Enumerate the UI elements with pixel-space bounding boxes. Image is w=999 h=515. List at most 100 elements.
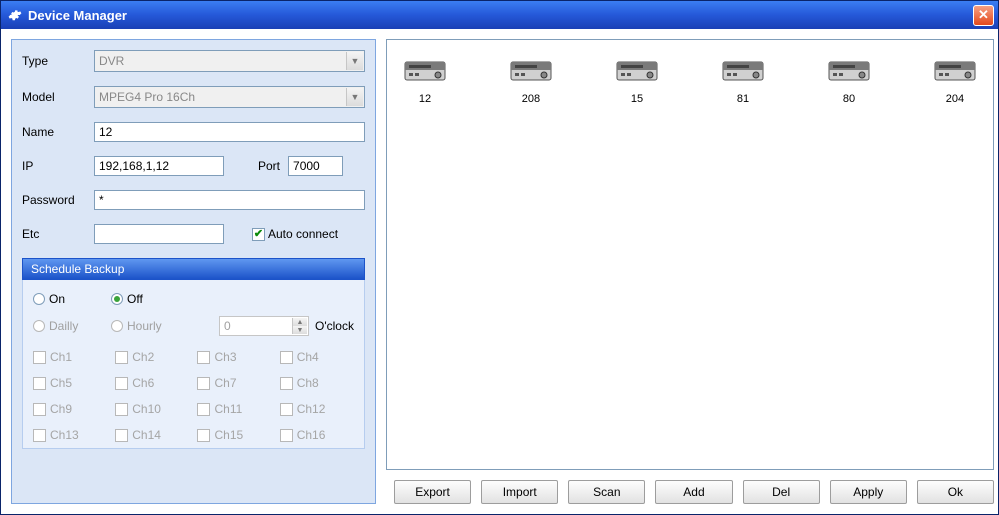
titlebar: Device Manager ✕: [1, 1, 998, 29]
device-item[interactable]: 80: [819, 56, 879, 105]
radio-icon: [111, 320, 123, 332]
schedule-hourly-radio[interactable]: Hourly: [111, 319, 219, 333]
schedule-daily-radio[interactable]: Dailly: [33, 319, 111, 333]
daily-label: Dailly: [49, 319, 78, 333]
device-item[interactable]: 208: [501, 56, 561, 105]
chevron-down-icon: ▼: [292, 326, 307, 334]
channel-checkbox-13[interactable]: Ch13: [33, 428, 107, 442]
ip-label: IP: [22, 159, 94, 173]
etc-input[interactable]: [94, 224, 224, 244]
device-list[interactable]: 12 208 15 81 80 204: [386, 39, 994, 470]
checkbox-icon: [280, 377, 293, 390]
channel-checkbox-1[interactable]: Ch1: [33, 350, 107, 364]
channel-checkbox-3[interactable]: Ch3: [197, 350, 271, 364]
apply-button[interactable]: Apply: [830, 480, 907, 504]
button-row: Export Import Scan Add Del Apply Ok: [386, 480, 994, 504]
checkbox-icon: [33, 429, 46, 442]
channel-label: Ch13: [50, 428, 79, 442]
form-panel: Type DVR ▼ Model MPEG4 Pro 16Ch ▼ Name I…: [11, 39, 376, 504]
scan-button[interactable]: Scan: [568, 480, 645, 504]
device-name: 12: [419, 93, 431, 105]
ok-button[interactable]: Ok: [917, 480, 994, 504]
checkbox-icon: [280, 429, 293, 442]
checkbox-icon: [197, 429, 210, 442]
add-button[interactable]: Add: [655, 480, 732, 504]
radio-icon: [33, 320, 45, 332]
checkbox-icon: [33, 403, 46, 416]
channel-checkbox-10[interactable]: Ch10: [115, 402, 189, 416]
channel-label: Ch14: [132, 428, 161, 442]
type-value: DVR: [99, 54, 124, 68]
device-manager-window: Device Manager ✕ Type DVR ▼ Model MPEG4 …: [0, 0, 999, 515]
device-name: 80: [843, 93, 855, 105]
channel-checkbox-12[interactable]: Ch12: [280, 402, 354, 416]
channel-label: Ch16: [297, 428, 326, 442]
device-item[interactable]: 12: [395, 56, 455, 105]
export-button[interactable]: Export: [394, 480, 471, 504]
channel-checkbox-16[interactable]: Ch16: [280, 428, 354, 442]
password-label: Password: [22, 193, 94, 207]
checkbox-icon: [115, 429, 128, 442]
device-item[interactable]: 204: [925, 56, 985, 105]
device-icon: [934, 56, 976, 89]
channel-label: Ch3: [214, 350, 236, 364]
autoconnect-checkbox[interactable]: ✔ Auto connect: [252, 227, 338, 241]
channel-label: Ch6: [132, 376, 154, 390]
autoconnect-label: Auto connect: [268, 227, 338, 241]
channel-checkbox-2[interactable]: Ch2: [115, 350, 189, 364]
device-item[interactable]: 15: [607, 56, 667, 105]
checkbox-icon: [197, 377, 210, 390]
checkbox-icon: [33, 351, 46, 364]
type-label: Type: [22, 54, 94, 68]
channel-label: Ch7: [214, 376, 236, 390]
port-input[interactable]: [288, 156, 343, 176]
checkbox-icon: [280, 403, 293, 416]
channel-checkbox-14[interactable]: Ch14: [115, 428, 189, 442]
channel-label: Ch12: [297, 402, 326, 416]
channel-checkbox-15[interactable]: Ch15: [197, 428, 271, 442]
checkbox-icon: [115, 377, 128, 390]
device-name: 15: [631, 93, 643, 105]
model-label: Model: [22, 90, 94, 104]
oclock-label: O'clock: [315, 319, 354, 333]
channel-label: Ch1: [50, 350, 72, 364]
device-name: 81: [737, 93, 749, 105]
channel-checkbox-4[interactable]: Ch4: [280, 350, 354, 364]
radio-icon: [33, 293, 45, 305]
device-icon: [510, 56, 552, 89]
name-label: Name: [22, 125, 94, 139]
channel-checkbox-6[interactable]: Ch6: [115, 376, 189, 390]
schedule-backup-header: Schedule Backup: [22, 258, 365, 280]
channel-grid: Ch1 Ch2 Ch3 Ch4 Ch5 Ch6 Ch7 Ch8 Ch9 Ch10 Ch11 Ch12 C…: [33, 350, 354, 442]
ip-input[interactable]: [94, 156, 224, 176]
hourly-label: Hourly: [127, 319, 162, 333]
import-button[interactable]: Import: [481, 480, 558, 504]
hour-spinner[interactable]: 0 ▲ ▼: [219, 316, 309, 336]
device-item[interactable]: 81: [713, 56, 773, 105]
model-combobox[interactable]: MPEG4 Pro 16Ch ▼: [94, 86, 365, 108]
channel-checkbox-8[interactable]: Ch8: [280, 376, 354, 390]
model-value: MPEG4 Pro 16Ch: [99, 90, 195, 104]
close-button[interactable]: ✕: [973, 5, 994, 26]
device-name: 204: [946, 93, 964, 105]
del-button[interactable]: Del: [743, 480, 820, 504]
schedule-on-radio[interactable]: On: [33, 292, 111, 306]
channel-checkbox-5[interactable]: Ch5: [33, 376, 107, 390]
chevron-up-icon: ▲: [292, 318, 307, 326]
checkbox-icon: [115, 351, 128, 364]
type-combobox[interactable]: DVR ▼: [94, 50, 365, 72]
channel-checkbox-11[interactable]: Ch11: [197, 402, 271, 416]
channel-checkbox-7[interactable]: Ch7: [197, 376, 271, 390]
chevron-down-icon: ▼: [346, 52, 363, 70]
channel-checkbox-9[interactable]: Ch9: [33, 402, 107, 416]
checkbox-icon: [33, 377, 46, 390]
chevron-down-icon: ▼: [346, 88, 363, 106]
schedule-off-radio[interactable]: Off: [111, 292, 173, 306]
name-input[interactable]: [94, 122, 365, 142]
hour-value: 0: [224, 319, 231, 333]
device-icon: [828, 56, 870, 89]
password-input[interactable]: [94, 190, 365, 210]
checkbox-icon: [115, 403, 128, 416]
radio-selected-icon: [111, 293, 123, 305]
on-label: On: [49, 292, 65, 306]
